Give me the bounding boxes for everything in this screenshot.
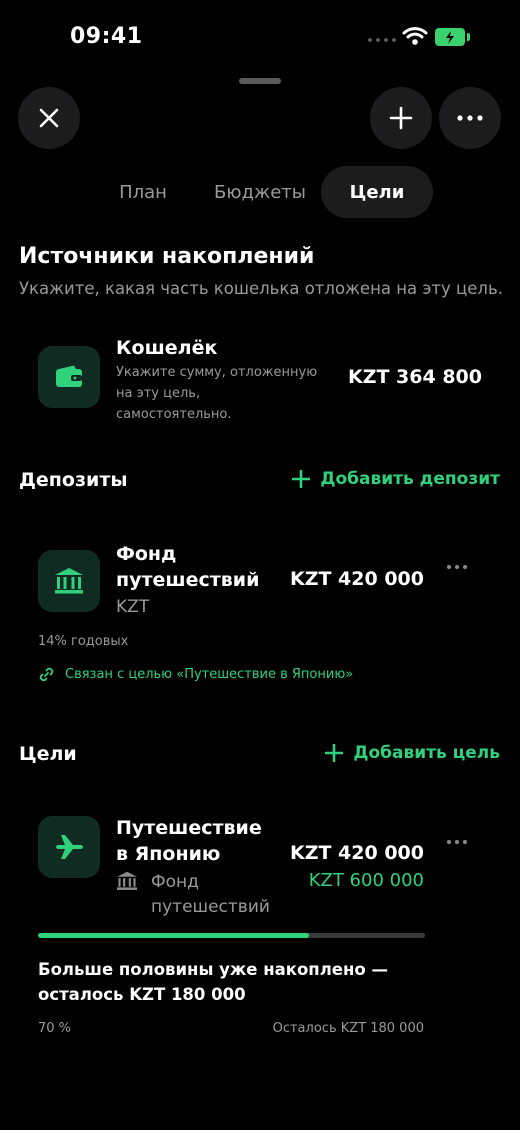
add-goal-label: Добавить цель	[353, 743, 500, 763]
deposit-more-icon[interactable]	[447, 565, 467, 569]
link-icon	[39, 667, 54, 682]
goal-progress-bar	[38, 933, 425, 938]
add-goal-button[interactable]: Добавить цель	[325, 743, 500, 763]
bank-icon	[117, 871, 137, 890]
goal-card[interactable]: Путешествие в Японию Фонд путешествий KZ…	[0, 800, 520, 1040]
signal-icon	[368, 38, 396, 42]
deposit-currency: KZT	[116, 597, 150, 617]
more-button[interactable]	[439, 87, 501, 149]
goal-name: Путешествие в Японию	[116, 817, 262, 865]
tab-plan[interactable]: План	[103, 166, 183, 218]
wallet-amount: KZT 364 800	[347, 366, 482, 388]
goal-progress-fill	[38, 933, 309, 938]
status-time: 09:41	[70, 24, 143, 49]
plus-icon	[389, 106, 413, 130]
deposit-linked-label: Связан с целью «Путешествие в Японию»	[65, 667, 354, 682]
wifi-icon	[402, 27, 428, 45]
goals-title: Цели	[19, 743, 77, 765]
add-button[interactable]	[370, 87, 432, 149]
bank-icon	[55, 568, 83, 594]
goal-source: Фонд путешествий	[151, 872, 270, 917]
deposit-amount: KZT 420 000	[289, 568, 424, 590]
wallet-description: Укажите сумму, отложенную на эту цель, с…	[116, 365, 318, 422]
goal-message: Больше половины уже накоплено — осталось…	[38, 960, 388, 1004]
deposit-rate: 14% годовых	[38, 634, 129, 649]
wallet-row[interactable]: Кошелёк Укажите сумму, отложенную на эту…	[0, 330, 520, 430]
more-icon	[457, 115, 483, 121]
sources-subtitle: Укажите, какая часть кошелька отложена н…	[19, 279, 503, 298]
sources-title: Источники накоплений	[19, 244, 315, 269]
wallet-icon	[56, 365, 82, 387]
deposit-name: Фонд путешествий	[116, 543, 260, 591]
wallet-name: Кошелёк	[116, 337, 218, 359]
plus-icon	[325, 744, 344, 762]
deposits-title: Депозиты	[19, 469, 128, 491]
add-deposit-label: Добавить депозит	[320, 469, 500, 489]
goal-saved-amount: KZT 420 000	[289, 842, 424, 864]
deposit-icon-tile	[38, 550, 100, 612]
tab-goals[interactable]: Цели	[321, 166, 433, 218]
deposit-linked[interactable]: Связан с целью «Путешествие в Японию»	[38, 666, 353, 683]
deposit-card[interactable]: Фонд путешествий KZT KZT 420 000 14% год…	[0, 535, 520, 695]
close-icon	[39, 108, 59, 128]
sheet-handle[interactable]	[239, 78, 281, 84]
goal-percent: 70 %	[38, 1021, 72, 1036]
tab-budgets[interactable]: Бюджеты	[203, 166, 317, 218]
goal-target-amount: KZT 600 000	[308, 870, 424, 891]
battery-icon	[435, 28, 465, 46]
goal-more-icon[interactable]	[447, 840, 467, 844]
add-deposit-button[interactable]: Добавить депозит	[292, 469, 500, 489]
wallet-icon-tile	[38, 346, 100, 408]
goal-icon-tile	[38, 816, 100, 878]
battery-tip	[467, 33, 470, 41]
plus-icon	[292, 470, 311, 488]
goal-remaining: Осталось KZT 180 000	[272, 1021, 424, 1036]
close-button[interactable]	[18, 87, 80, 149]
airplane-icon	[56, 835, 83, 859]
